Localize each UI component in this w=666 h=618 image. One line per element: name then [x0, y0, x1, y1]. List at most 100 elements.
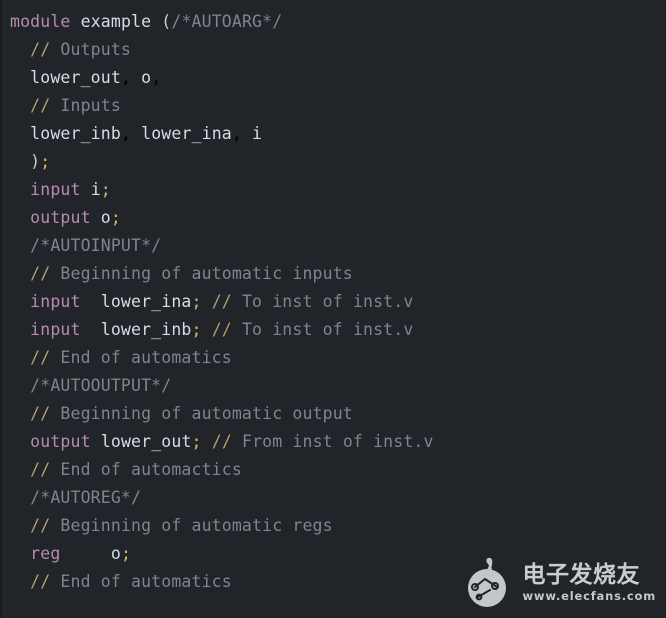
code-token-punc — [71, 12, 81, 31]
code-token-cmt-sl: // — [30, 348, 51, 367]
code-token-cmt: Beginning of automatic output — [50, 404, 353, 423]
code-line[interactable]: reg o; — [2, 540, 666, 568]
code-line[interactable]: /*AUTOINPUT*/ — [2, 232, 666, 260]
code-line[interactable]: output lower_out; // From inst of inst.v — [2, 428, 666, 456]
code-line[interactable]: // Beginning of automatic regs — [2, 512, 666, 540]
code-line[interactable]: lower_inb, lower_ina, i — [2, 120, 666, 148]
code-token-cmt: From inst of inst.v — [231, 432, 434, 451]
code-line[interactable]: // End of automatics — [2, 344, 666, 372]
code-token-kw: reg — [30, 544, 61, 563]
code-token-kw: output — [30, 208, 91, 227]
code-token-cmt-sl: // — [30, 572, 51, 591]
code-line[interactable]: input lower_ina; // To inst of inst.v — [2, 288, 666, 316]
code-token-cmt: End of automactics — [50, 460, 242, 479]
code-token-cmt-sl: // — [30, 40, 51, 59]
code-token-id: i — [90, 180, 101, 199]
code-token-cmt: Outputs — [50, 40, 132, 59]
code-token-cmt: End of automatics — [50, 572, 232, 591]
code-token-blk: /*AUTOARG*/ — [171, 12, 283, 31]
code-token-punc — [202, 320, 212, 339]
code-line[interactable]: input i; — [2, 176, 666, 204]
code-token-blk: /*AUTOINPUT*/ — [30, 236, 162, 255]
code-token-cmt-sl: // — [211, 432, 232, 451]
code-line[interactable]: // End of automactics — [2, 456, 666, 484]
code-token-cmt: End of automatics — [50, 348, 232, 367]
code-editor-pane: module example (/*AUTOARG*/ // Outputs l… — [0, 0, 666, 618]
code-token-paren: ) — [30, 152, 41, 171]
code-token-semi: ; — [191, 320, 202, 339]
code-token-cmt: Inputs — [50, 96, 121, 115]
code-line[interactable]: // Beginning of automatic inputs — [2, 260, 666, 288]
code-token-punc — [151, 12, 161, 31]
code-token-punc: , — [151, 68, 162, 87]
code-token-id: lower_out — [100, 432, 192, 451]
code-token-cmt-sl: // — [30, 264, 51, 283]
code-token-punc — [81, 320, 101, 339]
code-line[interactable]: module example (/*AUTOARG*/ — [2, 8, 666, 36]
code-token-id: o — [100, 208, 111, 227]
code-token-punc: , — [120, 68, 142, 87]
code-listing[interactable]: module example (/*AUTOARG*/ // Outputs l… — [2, 8, 666, 596]
code-token-punc — [81, 180, 91, 199]
code-token-cmt-sl: // — [30, 516, 51, 535]
code-token-semi: ; — [40, 152, 51, 171]
code-token-id: i — [252, 124, 263, 143]
code-token-punc — [91, 432, 101, 451]
code-token-cmt-sl: // — [211, 292, 232, 311]
code-token-semi: ; — [191, 432, 202, 451]
code-token-punc — [81, 292, 101, 311]
code-line[interactable]: output o; — [2, 204, 666, 232]
code-token-punc — [60, 544, 110, 563]
code-token-punc — [91, 208, 101, 227]
code-line[interactable]: /*AUTOOUTPUT*/ — [2, 372, 666, 400]
code-line[interactable]: input lower_inb; // To inst of inst.v — [2, 316, 666, 344]
code-line[interactable]: lower_out, o, — [2, 64, 666, 92]
code-token-blk: /*AUTOOUTPUT*/ — [30, 376, 172, 395]
code-line[interactable]: // Inputs — [2, 92, 666, 120]
code-token-punc: , — [120, 124, 142, 143]
code-token-semi: ; — [191, 292, 202, 311]
code-token-id: lower_out — [30, 68, 121, 87]
code-token-kw: input — [30, 292, 81, 311]
code-token-paren: ( — [161, 12, 172, 31]
code-token-punc — [202, 292, 212, 311]
code-token-id: lower_ina — [100, 292, 192, 311]
code-token-cmt: To inst of inst.v — [231, 292, 414, 311]
code-token-id: lower_inb — [30, 124, 121, 143]
code-token-punc — [202, 432, 212, 451]
code-token-id: lower_ina — [141, 124, 232, 143]
code-line[interactable]: // Beginning of automatic output — [2, 400, 666, 428]
code-token-semi: ; — [100, 180, 111, 199]
code-line[interactable]: ); — [2, 148, 666, 176]
code-token-id: o — [141, 68, 152, 87]
code-line[interactable]: // Outputs — [2, 36, 666, 64]
code-line[interactable]: // End of automatics — [2, 568, 666, 596]
code-token-cmt: Beginning of automatic inputs — [50, 264, 353, 283]
code-token-semi: ; — [110, 208, 121, 227]
code-token-cmt-sl: // — [30, 96, 51, 115]
code-token-kw: input — [30, 180, 81, 199]
code-token-cmt-sl: // — [30, 404, 51, 423]
code-token-id: example — [80, 12, 152, 31]
code-line[interactable]: /*AUTOREG*/ — [2, 484, 666, 512]
code-token-id: lower_inb — [100, 320, 192, 339]
code-token-blk: /*AUTOREG*/ — [30, 488, 142, 507]
